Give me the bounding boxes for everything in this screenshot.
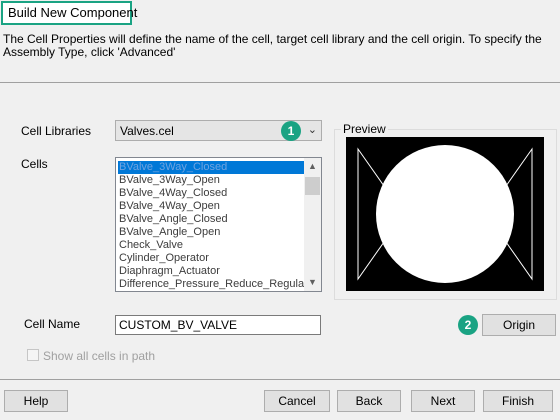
cells-listbox[interactable]: BValve_3Way_Closed BValve_3Way_Open BVal… bbox=[115, 157, 322, 292]
list-item[interactable]: Check_Valve bbox=[119, 239, 183, 252]
next-button[interactable]: Next bbox=[411, 390, 475, 412]
list-item[interactable]: Cylinder_Operator bbox=[119, 252, 209, 265]
list-item[interactable]: BValve_4Way_Closed bbox=[119, 187, 227, 200]
scroll-thumb[interactable] bbox=[305, 177, 320, 195]
show-all-label: Show all cells in path bbox=[43, 349, 156, 363]
show-all-checkbox[interactable] bbox=[27, 349, 39, 361]
list-item[interactable]: Diaphragm_Actuator bbox=[119, 265, 220, 278]
chevron-down-icon[interactable]: ⌄ bbox=[308, 121, 317, 140]
cell-libraries-label: Cell Libraries bbox=[21, 124, 92, 138]
cell-name-label: Cell Name bbox=[24, 317, 81, 331]
scroll-down-icon[interactable]: ▼ bbox=[304, 275, 321, 290]
list-item[interactable]: Difference_Pressure_Reduce_Regulat bbox=[119, 278, 307, 291]
list-item[interactable]: BValve_3Way_Closed bbox=[118, 161, 304, 174]
step-badge-1: 1 bbox=[281, 121, 301, 141]
preview-canvas bbox=[346, 137, 544, 291]
cell-libraries-value: Valves.cel bbox=[120, 124, 174, 138]
list-item[interactable]: BValve_3Way_Open bbox=[119, 174, 220, 187]
cell-name-input[interactable]: CUSTOM_BV_VALVE bbox=[115, 315, 321, 335]
help-button[interactable]: Help bbox=[4, 390, 68, 412]
list-item[interactable]: BValve_Angle_Open bbox=[119, 226, 220, 239]
step-badge-2: 2 bbox=[458, 315, 478, 335]
description-text: The Cell Properties will define the name… bbox=[3, 32, 542, 59]
list-item[interactable]: BValve_4Way_Open bbox=[119, 200, 220, 213]
back-button[interactable]: Back bbox=[337, 390, 401, 412]
origin-button[interactable]: Origin bbox=[482, 314, 556, 336]
valve-preview-icon bbox=[357, 145, 533, 283]
bottom-divider bbox=[0, 379, 560, 380]
cancel-button[interactable]: Cancel bbox=[264, 390, 330, 412]
cells-label: Cells bbox=[21, 157, 48, 171]
dialog-title: Build New Component bbox=[1, 1, 137, 25]
scroll-up-icon[interactable]: ▲ bbox=[304, 159, 321, 174]
finish-button[interactable]: Finish bbox=[483, 390, 553, 412]
preview-label: Preview bbox=[341, 122, 388, 136]
cells-scrollbar[interactable]: ▲ ▼ bbox=[304, 158, 321, 291]
top-divider bbox=[0, 82, 560, 83]
list-item[interactable]: BValve_Angle_Closed bbox=[119, 213, 228, 226]
